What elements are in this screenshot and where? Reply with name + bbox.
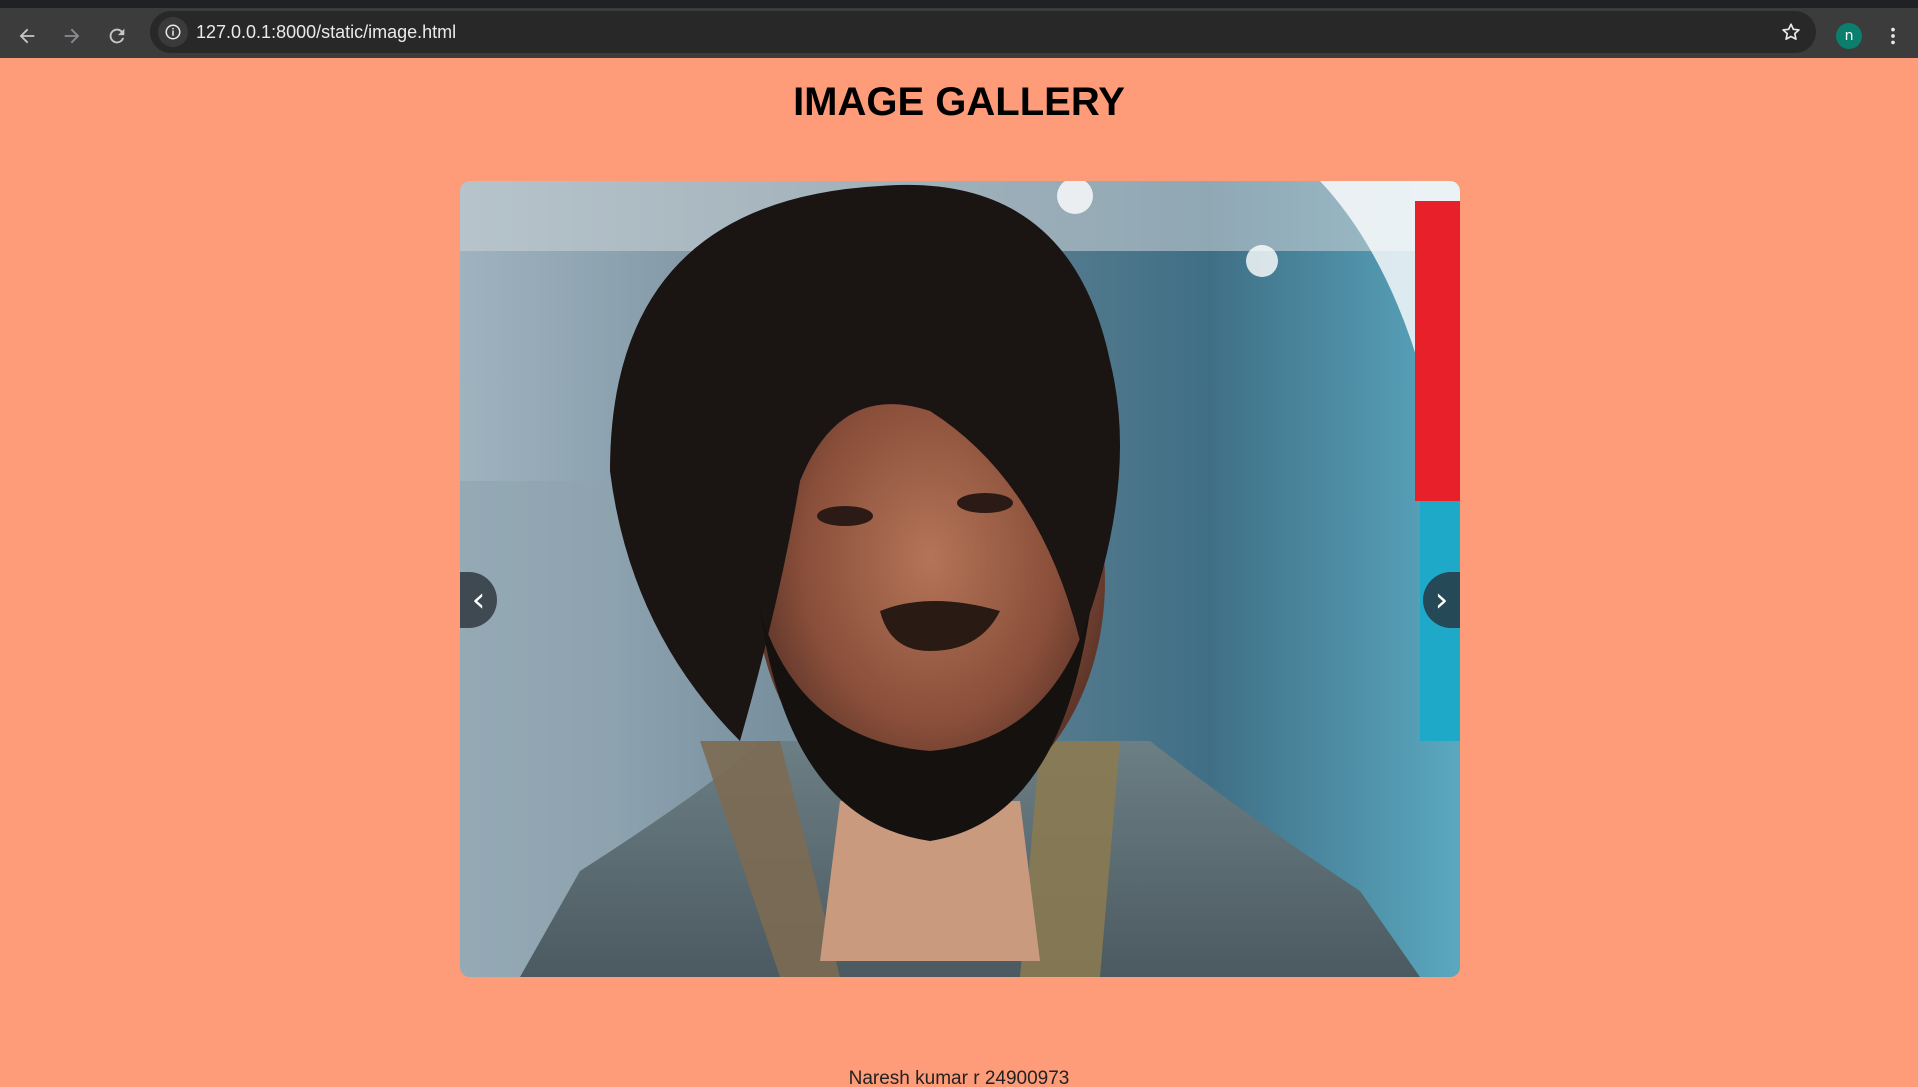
reload-icon — [109, 28, 125, 44]
info-icon — [165, 24, 181, 40]
arrow-left-icon — [19, 28, 35, 44]
image-slider: ‹ › — [460, 181, 1460, 977]
profile-avatar[interactable]: n — [1836, 23, 1862, 49]
url-text[interactable]: 127.0.0.1:8000/static/image.html — [196, 22, 456, 43]
star-icon — [1782, 23, 1800, 40]
browser-menu-button[interactable] — [1880, 20, 1906, 52]
page-title: IMAGE GALLERY — [793, 80, 1125, 124]
footer-credit: Naresh kumar r 24900973 — [848, 1068, 1070, 1087]
more-vertical-icon — [1891, 27, 1895, 45]
address-bar[interactable]: 127.0.0.1:8000/static/image.html — [150, 11, 1816, 53]
gallery-image — [460, 181, 1460, 977]
reload-button[interactable] — [99, 18, 135, 54]
arrow-right-icon — [64, 28, 80, 44]
browser-toolbar: 127.0.0.1:8000/static/image.html n — [0, 0, 1918, 58]
bookmark-button[interactable] — [1778, 19, 1804, 45]
site-info-button[interactable] — [158, 17, 188, 47]
forward-button[interactable] — [54, 18, 90, 54]
back-button[interactable] — [9, 18, 45, 54]
